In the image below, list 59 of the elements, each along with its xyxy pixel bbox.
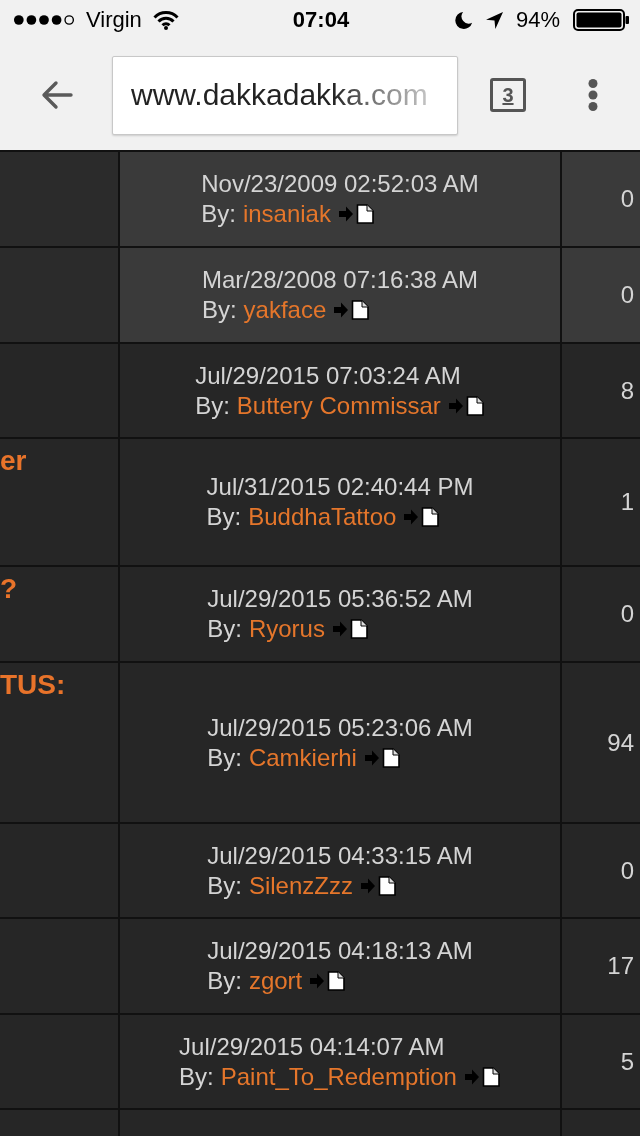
location-arrow-icon xyxy=(485,11,503,29)
moon-icon xyxy=(454,11,473,29)
reply-count: 1 xyxy=(620,488,634,516)
author-link[interactable]: Ryorus xyxy=(248,614,325,644)
by-label: By: xyxy=(207,966,242,996)
author-link[interactable]: Paint_To_Redemption xyxy=(220,1061,457,1092)
reply-count: 5 xyxy=(620,1047,634,1076)
post-date: Nov/23/2009 02:52:03 AM xyxy=(201,169,479,199)
battery-percentage: 94% xyxy=(515,7,560,33)
by-label: By: xyxy=(195,390,230,421)
reply-count: 0 xyxy=(620,856,634,885)
reply-count: 0 xyxy=(620,281,634,309)
by-label: By: xyxy=(179,1061,214,1092)
signal-icon xyxy=(13,14,75,26)
post-date: Jul/29/2015 07:03:24 AM xyxy=(195,360,461,391)
reply-count: 8 xyxy=(620,376,634,405)
arrow-document-icon[interactable] xyxy=(448,395,485,416)
arrow-document-icon[interactable] xyxy=(360,875,397,896)
post-date: Jul/29/2015 05:23:06 AM xyxy=(207,712,473,743)
by-label: By: xyxy=(206,502,242,532)
arrow-document-icon[interactable] xyxy=(364,747,401,768)
by-label: By: xyxy=(201,199,236,229)
author-link[interactable]: BuddhaTattoo xyxy=(248,502,397,532)
by-label: By: xyxy=(207,870,242,901)
post-date: Jul/29/2015 05:36:52 AM xyxy=(207,584,473,614)
clock-time: 07:04 xyxy=(292,7,350,33)
arrow-document-icon[interactable] xyxy=(404,507,441,527)
topic-title[interactable]: ? xyxy=(0,573,18,605)
wifi-icon xyxy=(152,10,179,30)
arrow-document-icon[interactable] xyxy=(334,300,371,320)
author-link[interactable]: zgort xyxy=(248,966,303,996)
tab-switcher-button[interactable]: 3 xyxy=(490,78,526,112)
carrier-name: Virgin xyxy=(86,7,142,33)
author-link[interactable]: Buttery Commissar xyxy=(236,390,441,421)
arrow-document-icon[interactable] xyxy=(310,971,347,991)
battery-icon xyxy=(573,9,629,31)
post-date: Mar/28/2008 07:16:38 AM xyxy=(201,265,479,295)
reply-count: 0 xyxy=(620,600,634,628)
author-link[interactable]: insaniak xyxy=(242,199,331,229)
author-link[interactable]: SilenzZzz xyxy=(248,870,353,901)
reply-count: 94 xyxy=(607,728,634,757)
by-label: By: xyxy=(207,742,242,773)
post-date: Jul/29/2015 04:18:13 AM xyxy=(207,936,473,966)
arrow-document-icon[interactable] xyxy=(464,1066,501,1087)
post-date: Jul/29/2015 04:33:15 AM xyxy=(207,840,473,871)
topic-title[interactable]: TUS: xyxy=(0,669,66,701)
by-label: By: xyxy=(207,614,242,644)
more-options-icon[interactable] xyxy=(588,79,598,111)
by-label: By: xyxy=(201,295,237,325)
url-field[interactable]: www.dakkadakka.com xyxy=(112,55,458,135)
author-link[interactable]: Camkierhi xyxy=(248,742,357,773)
reply-count: 17 xyxy=(607,952,634,980)
reply-count: 0 xyxy=(620,185,634,213)
arrow-document-icon[interactable] xyxy=(338,204,375,224)
post-date: Jul/31/2015 02:40:44 PM xyxy=(206,472,474,502)
post-date: Jul/29/2015 04:14:07 AM xyxy=(179,1031,445,1062)
topic-title[interactable]: er xyxy=(0,445,27,477)
arrow-document-icon[interactable] xyxy=(332,619,369,639)
author-link[interactable]: yakface xyxy=(243,295,327,325)
